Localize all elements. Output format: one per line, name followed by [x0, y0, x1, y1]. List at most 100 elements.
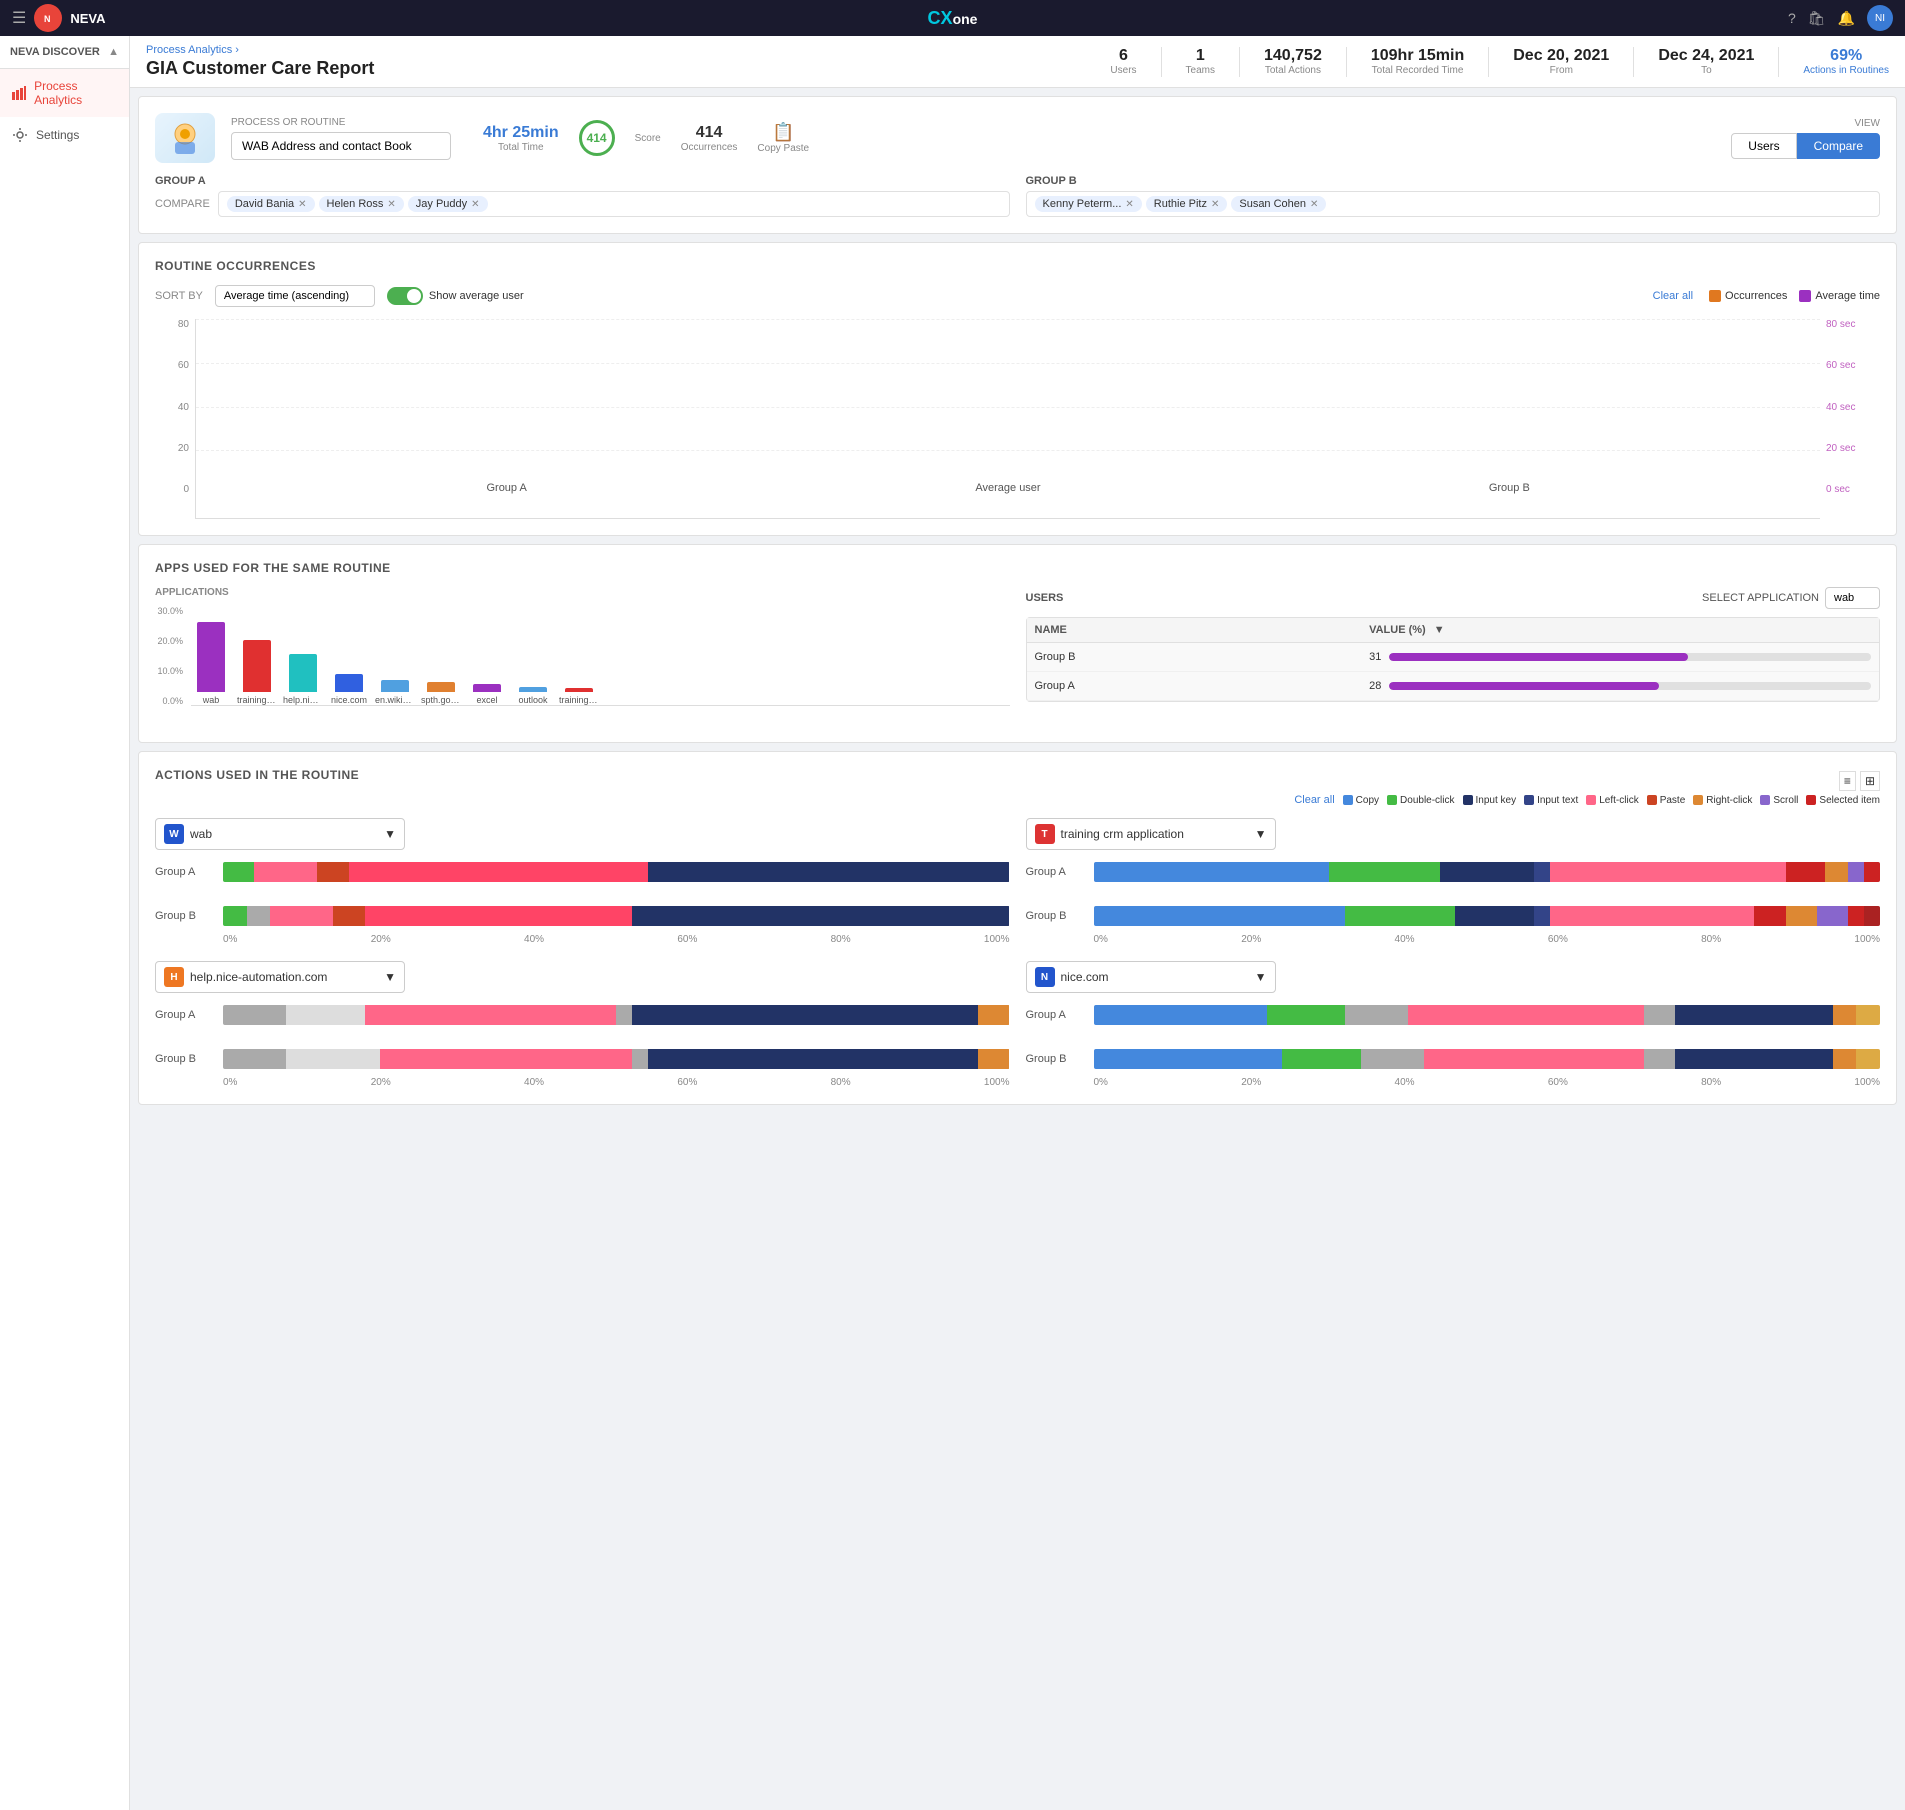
legend-doubleclick-label: Double-click — [1400, 795, 1454, 806]
help-group-b: Group B — [155, 1049, 1010, 1069]
bar-training — [243, 640, 271, 692]
seg — [1754, 906, 1785, 926]
seg — [247, 906, 271, 926]
stat-divider-5 — [1633, 47, 1634, 77]
training-group-b-bar — [1094, 906, 1881, 926]
row-value-b-num: 31 — [1369, 651, 1381, 663]
actions-header: ACTIONS USED IN THE ROUTINE ≡ ⊞ — [155, 768, 1880, 794]
sidebar: NEVA DISCOVER ▲ Process Analytics Settin… — [0, 36, 130, 1810]
app-bar-chart-container: 30.0% 20.0% 10.0% 0.0% wab — [155, 606, 1010, 726]
seg — [286, 1005, 365, 1025]
sidebar-collapse-icon[interactable]: ▲ — [108, 46, 119, 58]
wab-group-a-bar — [223, 862, 1010, 882]
app-nicecom-icon: N — [1035, 967, 1055, 987]
process-select-section: PROCESS OR ROUTINE WAB Address and conta… — [231, 117, 451, 160]
sort-icon[interactable]: ▼ — [1434, 624, 1445, 636]
tag-remove-ruthie[interactable]: ✕ — [1211, 199, 1219, 210]
chart-controls-right: Clear all Occurrences Average time — [1653, 290, 1880, 302]
list-view-icon[interactable]: ≡ — [1839, 771, 1856, 791]
sidebar-item-process-analytics[interactable]: Process Analytics — [0, 69, 129, 117]
group-b-tags: Kenny Peterm...✕ Ruthie Pitz✕ Susan Cohe… — [1026, 191, 1881, 217]
nicecom-group-a-bar — [1094, 1005, 1881, 1025]
legend-occurrences-dot — [1709, 290, 1721, 302]
wab-group-a-label: Group A — [155, 866, 215, 878]
help-group-a-bar — [223, 1005, 1010, 1025]
process-select[interactable]: WAB Address and contact Book — [231, 132, 451, 160]
app-help-selector[interactable]: H help.nice-automation.com ▼ — [155, 961, 405, 993]
bar-spth — [427, 682, 455, 692]
grid-view-icon[interactable]: ⊞ — [1860, 771, 1880, 791]
view-compare-btn[interactable]: Compare — [1797, 133, 1880, 159]
legend-rightclick: Right-click — [1693, 795, 1752, 806]
bar-wab — [197, 622, 225, 692]
copy-icon: 📋 — [772, 122, 794, 142]
seg — [632, 1005, 978, 1025]
seg — [1094, 906, 1346, 926]
actions-title: ACTIONS USED IN THE ROUTINE — [155, 768, 359, 782]
spacer — [155, 1033, 1010, 1049]
sidebar-item-process-analytics-label: Process Analytics — [34, 79, 117, 107]
training-group-b-label: Group B — [1026, 910, 1086, 922]
tag-remove-helen[interactable]: ✕ — [387, 199, 395, 210]
seg — [349, 862, 648, 882]
select-app-select[interactable]: wab — [1825, 587, 1880, 609]
stat-recorded-time: 109hr 15min Total Recorded Time — [1371, 47, 1464, 76]
seg — [317, 862, 348, 882]
app-nicecom-selector[interactable]: N nice.com ▼ — [1026, 961, 1276, 993]
legend-copy-label: Copy — [1356, 795, 1379, 806]
group-a-section: GROUP A COMPARE David Bania✕ Helen Ross✕… — [155, 175, 1010, 217]
routine-occurrences-section: ROUTINE OCCURRENCES SORT BY Average time… — [138, 242, 1897, 536]
legend-copy: Copy — [1343, 795, 1379, 806]
training-group-b: Group B — [1026, 906, 1881, 926]
training-group-b-row: Group B — [1026, 906, 1881, 926]
cx-text: CX — [928, 8, 953, 28]
seg — [254, 862, 317, 882]
seg — [380, 1049, 632, 1069]
app-logo: N — [34, 4, 62, 32]
view-users-btn[interactable]: Users — [1731, 133, 1796, 159]
users-table: NAME VALUE (%) ▼ Group B 31 — [1026, 617, 1881, 702]
clear-all-btn[interactable]: Clear all — [1653, 290, 1693, 302]
bell-icon[interactable]: 🔔 — [1838, 10, 1855, 27]
apps-used-section: APPS USED FOR THE SAME ROUTINE APPLICATI… — [138, 544, 1897, 743]
apps-two-col: APPLICATIONS 30.0% 20.0% 10.0% 0.0% wab — [155, 587, 1880, 726]
nicecom-group-b-bar — [1094, 1049, 1881, 1069]
app-wab-name: wab — [190, 827, 212, 841]
view-section: VIEW Users Compare — [1731, 118, 1880, 159]
actions-header-right: ≡ ⊞ — [1839, 771, 1880, 791]
stat-divider-2 — [1239, 47, 1240, 77]
seg — [1675, 1005, 1832, 1025]
app-training-selector[interactable]: T training crm application ▼ — [1026, 818, 1276, 850]
sidebar-item-settings[interactable]: Settings — [0, 117, 129, 153]
stat-actions-routines[interactable]: 69% Actions in Routines — [1803, 47, 1889, 76]
bar-group-a-label: Group A — [486, 482, 526, 494]
user-avatar[interactable]: NI — [1867, 5, 1893, 31]
breadcrumb[interactable]: Process Analytics › — [146, 44, 374, 56]
seg — [632, 1049, 648, 1069]
actions-clear-all[interactable]: Clear all — [1294, 794, 1334, 806]
seg — [616, 1005, 632, 1025]
store-icon[interactable]: 🛍 — [1808, 10, 1826, 27]
row-value-a: 28 — [1369, 680, 1871, 692]
app-wab-selector[interactable]: W wab ▼ — [155, 818, 405, 850]
tag-remove-david[interactable]: ✕ — [298, 199, 306, 210]
sort-select[interactable]: Average time (ascending) — [215, 285, 375, 307]
app-wab-icon: W — [164, 824, 184, 844]
seg — [1644, 1005, 1675, 1025]
seg — [1455, 906, 1534, 926]
seg — [978, 1049, 1009, 1069]
help-icon[interactable]: ? — [1788, 10, 1796, 26]
tag-remove-jay[interactable]: ✕ — [471, 199, 479, 210]
tag-remove-kenny[interactable]: ✕ — [1125, 199, 1133, 210]
seg — [1848, 906, 1864, 926]
nicecom-group-a-label: Group A — [1026, 1009, 1086, 1021]
legend-avg-time: Average time — [1799, 290, 1880, 302]
legend-rightclick-color — [1693, 795, 1703, 805]
sidebar-header: NEVA DISCOVER ▲ — [0, 36, 129, 69]
hamburger-icon[interactable]: ☰ — [12, 8, 26, 28]
tag-remove-susan[interactable]: ✕ — [1310, 199, 1318, 210]
seg — [1550, 906, 1754, 926]
users-label: USERS — [1026, 592, 1064, 604]
show-avg-toggle[interactable] — [387, 287, 423, 305]
seg — [223, 906, 247, 926]
